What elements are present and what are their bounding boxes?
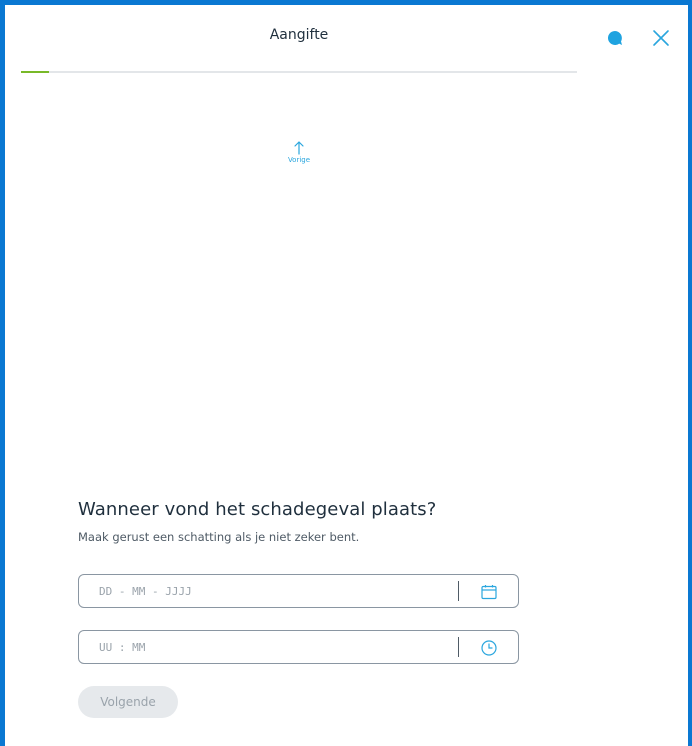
field-divider — [458, 637, 459, 657]
time-input[interactable] — [99, 631, 449, 663]
date-field[interactable] — [78, 574, 519, 608]
close-icon[interactable] — [651, 28, 671, 48]
arrow-up-icon — [294, 141, 304, 155]
previous-label: Vorige — [287, 156, 311, 164]
time-field[interactable] — [78, 630, 519, 664]
progress-fill — [21, 71, 49, 73]
app-frame: Aangifte Vorige Wanneer vond het schadeg… — [0, 0, 692, 746]
question-hint: Maak gerust een schatting als je niet ze… — [78, 530, 360, 544]
next-button[interactable]: Volgende — [78, 686, 178, 718]
clock-icon[interactable] — [480, 639, 498, 657]
field-divider — [458, 581, 459, 601]
page-title: Aangifte — [269, 27, 329, 43]
chat-icon[interactable] — [606, 29, 624, 47]
question-title: Wanneer vond het schadegeval plaats? — [78, 499, 437, 520]
date-input[interactable] — [99, 575, 449, 607]
calendar-icon[interactable] — [480, 583, 498, 601]
progress-bar — [21, 71, 577, 73]
previous-button[interactable]: Vorige — [273, 141, 325, 171]
